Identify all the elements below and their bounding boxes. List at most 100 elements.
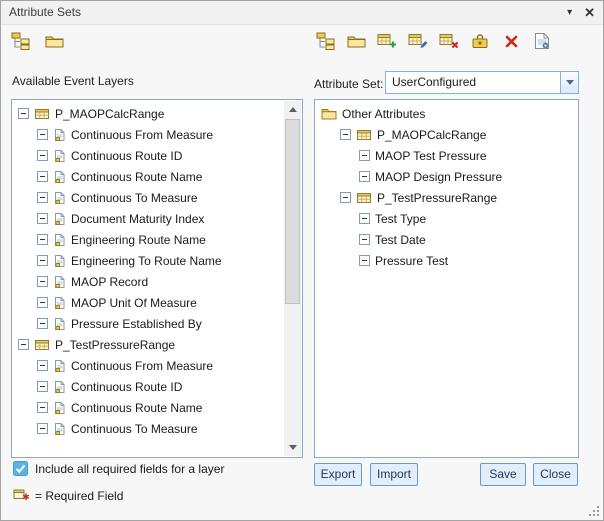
tree-item[interactable]: Continuous From Measure — [14, 124, 284, 145]
doc-icon — [53, 359, 66, 373]
collapse-toggle-icon[interactable] — [37, 423, 48, 434]
attribute-set-report-icon[interactable] — [531, 31, 553, 51]
attribute-set-dropdown[interactable]: UserConfigured — [385, 71, 579, 94]
tree-item-label: Continuous Route Name — [71, 170, 202, 184]
doc-icon — [53, 170, 66, 184]
tree-item[interactable]: Continuous Route Name — [14, 166, 284, 187]
tree-item-label: MAOP Record — [71, 275, 148, 289]
tree-item-label: P_TestPressureRange — [55, 338, 175, 352]
collapse-toggle-icon[interactable] — [37, 192, 48, 203]
folder-icon — [321, 107, 337, 120]
tree-item[interactable]: Test Type — [317, 208, 576, 229]
tree-item[interactable]: Other Attributes — [317, 103, 576, 124]
tree-item[interactable]: Continuous Route ID — [14, 145, 284, 166]
title-bar[interactable]: Attribute Sets ▾ ✕ — [1, 1, 603, 25]
tree-item[interactable]: Engineering To Route Name — [14, 250, 284, 271]
import-button[interactable]: Import — [370, 463, 418, 486]
collapse-toggle-icon[interactable] — [37, 171, 48, 182]
collapse-toggle-icon[interactable] — [37, 150, 48, 161]
minimize-icon[interactable]: ▾ — [567, 3, 572, 22]
tree-item[interactable]: P_TestPressureRange — [317, 187, 576, 208]
collapse-toggle-icon[interactable] — [37, 255, 48, 266]
collapse-toggle-icon[interactable] — [37, 213, 48, 224]
tree-item-label: Continuous To Measure — [71, 191, 198, 205]
resize-grip-icon[interactable] — [588, 505, 600, 517]
window-title: Attribute Sets — [9, 5, 81, 19]
tree-item[interactable]: Pressure Test — [317, 250, 576, 271]
tree-item[interactable]: Continuous From Measure — [14, 355, 284, 376]
dropdown-button[interactable] — [560, 72, 578, 93]
collapse-toggle-icon[interactable] — [340, 129, 351, 140]
available-layers-tree[interactable]: P_MAOPCalcRangeContinuous From MeasureCo… — [14, 103, 284, 455]
delete-attribute-set-icon[interactable] — [500, 31, 522, 51]
toolbar-right — [314, 31, 578, 51]
chevron-down-icon — [566, 80, 574, 85]
collapse-toggle-icon[interactable] — [359, 171, 370, 182]
doc-icon — [53, 254, 66, 268]
collapse-toggle-icon[interactable] — [37, 360, 48, 371]
collapse-toggle-icon[interactable] — [37, 297, 48, 308]
table-icon — [34, 338, 50, 352]
scroll-down-icon[interactable] — [284, 439, 301, 456]
attribute-set-value: UserConfigured — [392, 75, 476, 89]
required-field-text: = Required Field — [35, 489, 123, 503]
tree-item-label: MAOP Unit Of Measure — [71, 296, 197, 310]
collapse-toggle-icon[interactable] — [359, 234, 370, 245]
load-attribute-set-icon[interactable] — [345, 31, 367, 51]
vertical-scrollbar[interactable] — [284, 101, 301, 456]
collapse-toggle-icon[interactable] — [359, 150, 370, 161]
collapse-toggle-icon[interactable] — [359, 213, 370, 224]
collapse-toggle-icon[interactable] — [18, 108, 29, 119]
new-attribute-set-icon[interactable] — [314, 31, 336, 51]
tree-item-label: MAOP Design Pressure — [375, 170, 502, 184]
scroll-up-icon[interactable] — [284, 101, 301, 118]
tree-item[interactable]: Test Date — [317, 229, 576, 250]
tree-item-label: Pressure Established By — [71, 317, 202, 331]
include-required-checkbox[interactable] — [13, 461, 28, 476]
package-attribute-set-icon[interactable] — [469, 31, 491, 51]
tree-item[interactable]: Continuous Route Name — [14, 397, 284, 418]
tree-item[interactable]: P_TestPressureRange — [14, 334, 284, 355]
tree-item[interactable]: Document Maturity Index — [14, 208, 284, 229]
tree-item[interactable]: MAOP Test Pressure — [317, 145, 576, 166]
tree-item[interactable]: MAOP Record — [14, 271, 284, 292]
table-icon — [356, 191, 372, 205]
table-icon — [34, 107, 50, 121]
tree-item-label: Pressure Test — [375, 254, 448, 268]
collapse-toggle-icon[interactable] — [37, 276, 48, 287]
collapse-toggle-icon[interactable] — [37, 318, 48, 329]
tree-item-label: P_TestPressureRange — [377, 191, 497, 205]
export-button[interactable]: Export — [314, 463, 362, 486]
new-attribute-set-icon[interactable] — [9, 31, 31, 51]
tree-item[interactable]: Engineering Route Name — [14, 229, 284, 250]
load-attribute-set-icon[interactable] — [43, 31, 65, 51]
tree-item-label: P_MAOPCalcRange — [377, 128, 486, 142]
tree-item[interactable]: Continuous To Measure — [14, 187, 284, 208]
add-event-layer-icon[interactable] — [376, 31, 398, 51]
required-field-icon — [13, 487, 30, 505]
tree-item[interactable]: Pressure Established By — [14, 313, 284, 334]
collapse-toggle-icon[interactable] — [359, 255, 370, 266]
attribute-set-label: Attribute Set: — [314, 77, 383, 91]
close-button[interactable]: Close — [533, 463, 578, 486]
scrollbar-thumb[interactable] — [285, 119, 300, 304]
tree-item[interactable]: P_MAOPCalcRange — [14, 103, 284, 124]
tree-item[interactable]: Continuous Route ID — [14, 376, 284, 397]
collapse-toggle-icon[interactable] — [340, 192, 351, 203]
remove-event-layer-icon[interactable] — [438, 31, 460, 51]
collapse-toggle-icon[interactable] — [18, 339, 29, 350]
save-button[interactable]: Save — [480, 463, 526, 486]
close-icon[interactable]: ✕ — [584, 3, 595, 22]
tree-item[interactable]: P_MAOPCalcRange — [317, 124, 576, 145]
tree-item[interactable]: MAOP Unit Of Measure — [14, 292, 284, 313]
collapse-toggle-icon[interactable] — [37, 234, 48, 245]
attribute-set-tree[interactable]: Other Attributes P_MAOPCalcRange MAOP Test… — [317, 103, 576, 455]
collapse-toggle-icon[interactable] — [37, 381, 48, 392]
collapse-toggle-icon[interactable] — [37, 402, 48, 413]
required-field-legend: = Required Field — [13, 487, 123, 505]
tree-item[interactable]: MAOP Design Pressure — [317, 166, 576, 187]
tree-item-label: Other Attributes — [342, 107, 425, 121]
edit-event-layer-icon[interactable] — [407, 31, 429, 51]
tree-item[interactable]: Continuous To Measure — [14, 418, 284, 439]
collapse-toggle-icon[interactable] — [37, 129, 48, 140]
